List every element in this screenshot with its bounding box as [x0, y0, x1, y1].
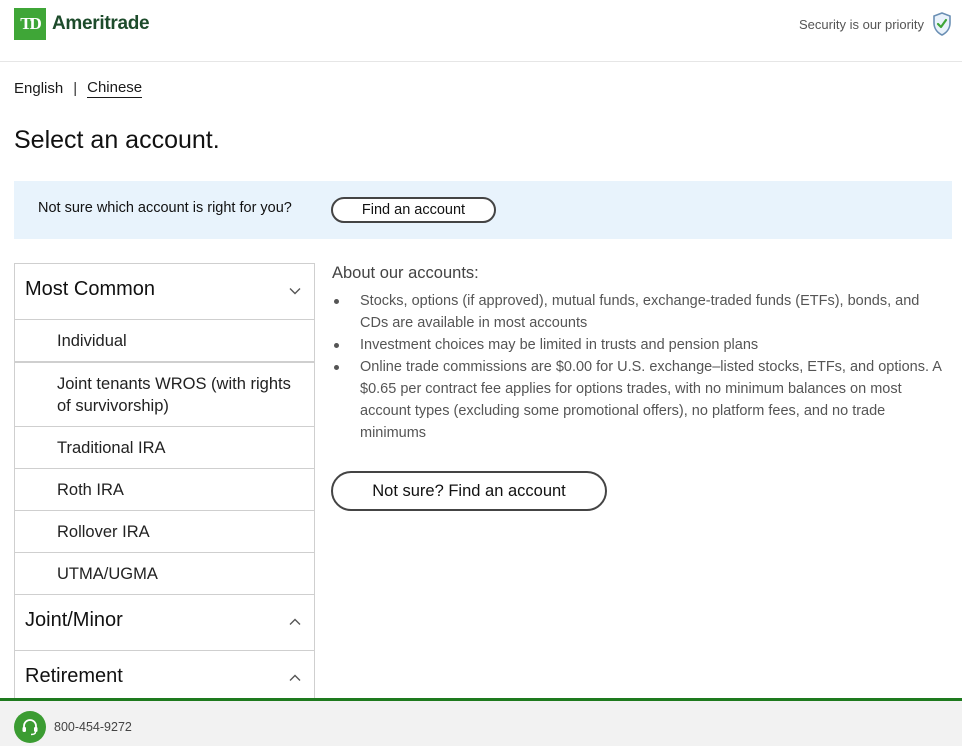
headset-glyph	[22, 719, 38, 736]
account-item-individual[interactable]: Individual	[15, 320, 314, 363]
section-joint-minor[interactable]: Joint/Minor	[15, 595, 314, 651]
about-bullet: Investment choices may be limited in tru…	[332, 334, 944, 356]
language-switcher: English | Chinese	[14, 79, 143, 98]
contact-footer: 800-454-9272	[0, 698, 962, 746]
about-list: Stocks, options (if approved), mutual fu…	[332, 290, 944, 444]
lang-chinese-link[interactable]: Chinese	[87, 79, 143, 98]
lang-separator: |	[73, 80, 78, 97]
account-item-joint-tenants[interactable]: Joint tenants WROS (with rights of survi…	[15, 363, 314, 427]
logo-text: Ameritrade	[52, 13, 150, 34]
headset-icon[interactable]	[14, 711, 46, 743]
logo-mark: TD	[14, 8, 46, 40]
account-type-accordion: Most Common Individual Joint tenants WRO…	[14, 263, 315, 699]
section-retirement[interactable]: Retirement	[15, 651, 314, 699]
account-item-traditional-ira[interactable]: Traditional IRA	[15, 427, 314, 469]
shield-check-icon	[933, 12, 951, 36]
td-ameritrade-logo[interactable]: TD Ameritrade	[14, 8, 150, 40]
phone-number[interactable]: 800-454-9272	[54, 720, 132, 734]
section-most-common[interactable]: Most Common	[15, 264, 314, 320]
about-bullet: Online trade commissions are $0.00 for U…	[332, 356, 944, 444]
chevron-up-icon	[289, 618, 301, 625]
site-header: TD Ameritrade Security is our priority	[0, 0, 962, 62]
security-text: Security is our priority	[799, 16, 924, 32]
chevron-up-icon	[289, 674, 301, 681]
lang-english-link[interactable]: English	[14, 80, 63, 97]
about-bullet: Stocks, options (if approved), mutual fu…	[332, 290, 944, 334]
section-label: Most Common	[25, 278, 156, 300]
about-title: About our accounts:	[332, 264, 479, 282]
help-banner: Not sure which account is right for you?…	[14, 181, 952, 239]
security-notice[interactable]: Security is our priority	[799, 12, 952, 36]
account-item-rollover-ira[interactable]: Rollover IRA	[15, 511, 314, 553]
chevron-down-icon	[289, 288, 301, 295]
about-accounts: About our accounts: Stocks, options (if …	[332, 264, 944, 444]
not-sure-find-account-button[interactable]: Not sure? Find an account	[331, 471, 607, 511]
account-item-utma-ugma[interactable]: UTMA/UGMA	[15, 553, 314, 595]
find-account-button[interactable]: Find an account	[331, 197, 496, 223]
account-item-roth-ira[interactable]: Roth IRA	[15, 469, 314, 511]
section-label: Joint/Minor	[25, 609, 123, 631]
section-label: Retirement	[25, 665, 123, 687]
banner-text: Not sure which account is right for you?	[38, 200, 292, 216]
page-title: Select an account.	[14, 126, 220, 154]
